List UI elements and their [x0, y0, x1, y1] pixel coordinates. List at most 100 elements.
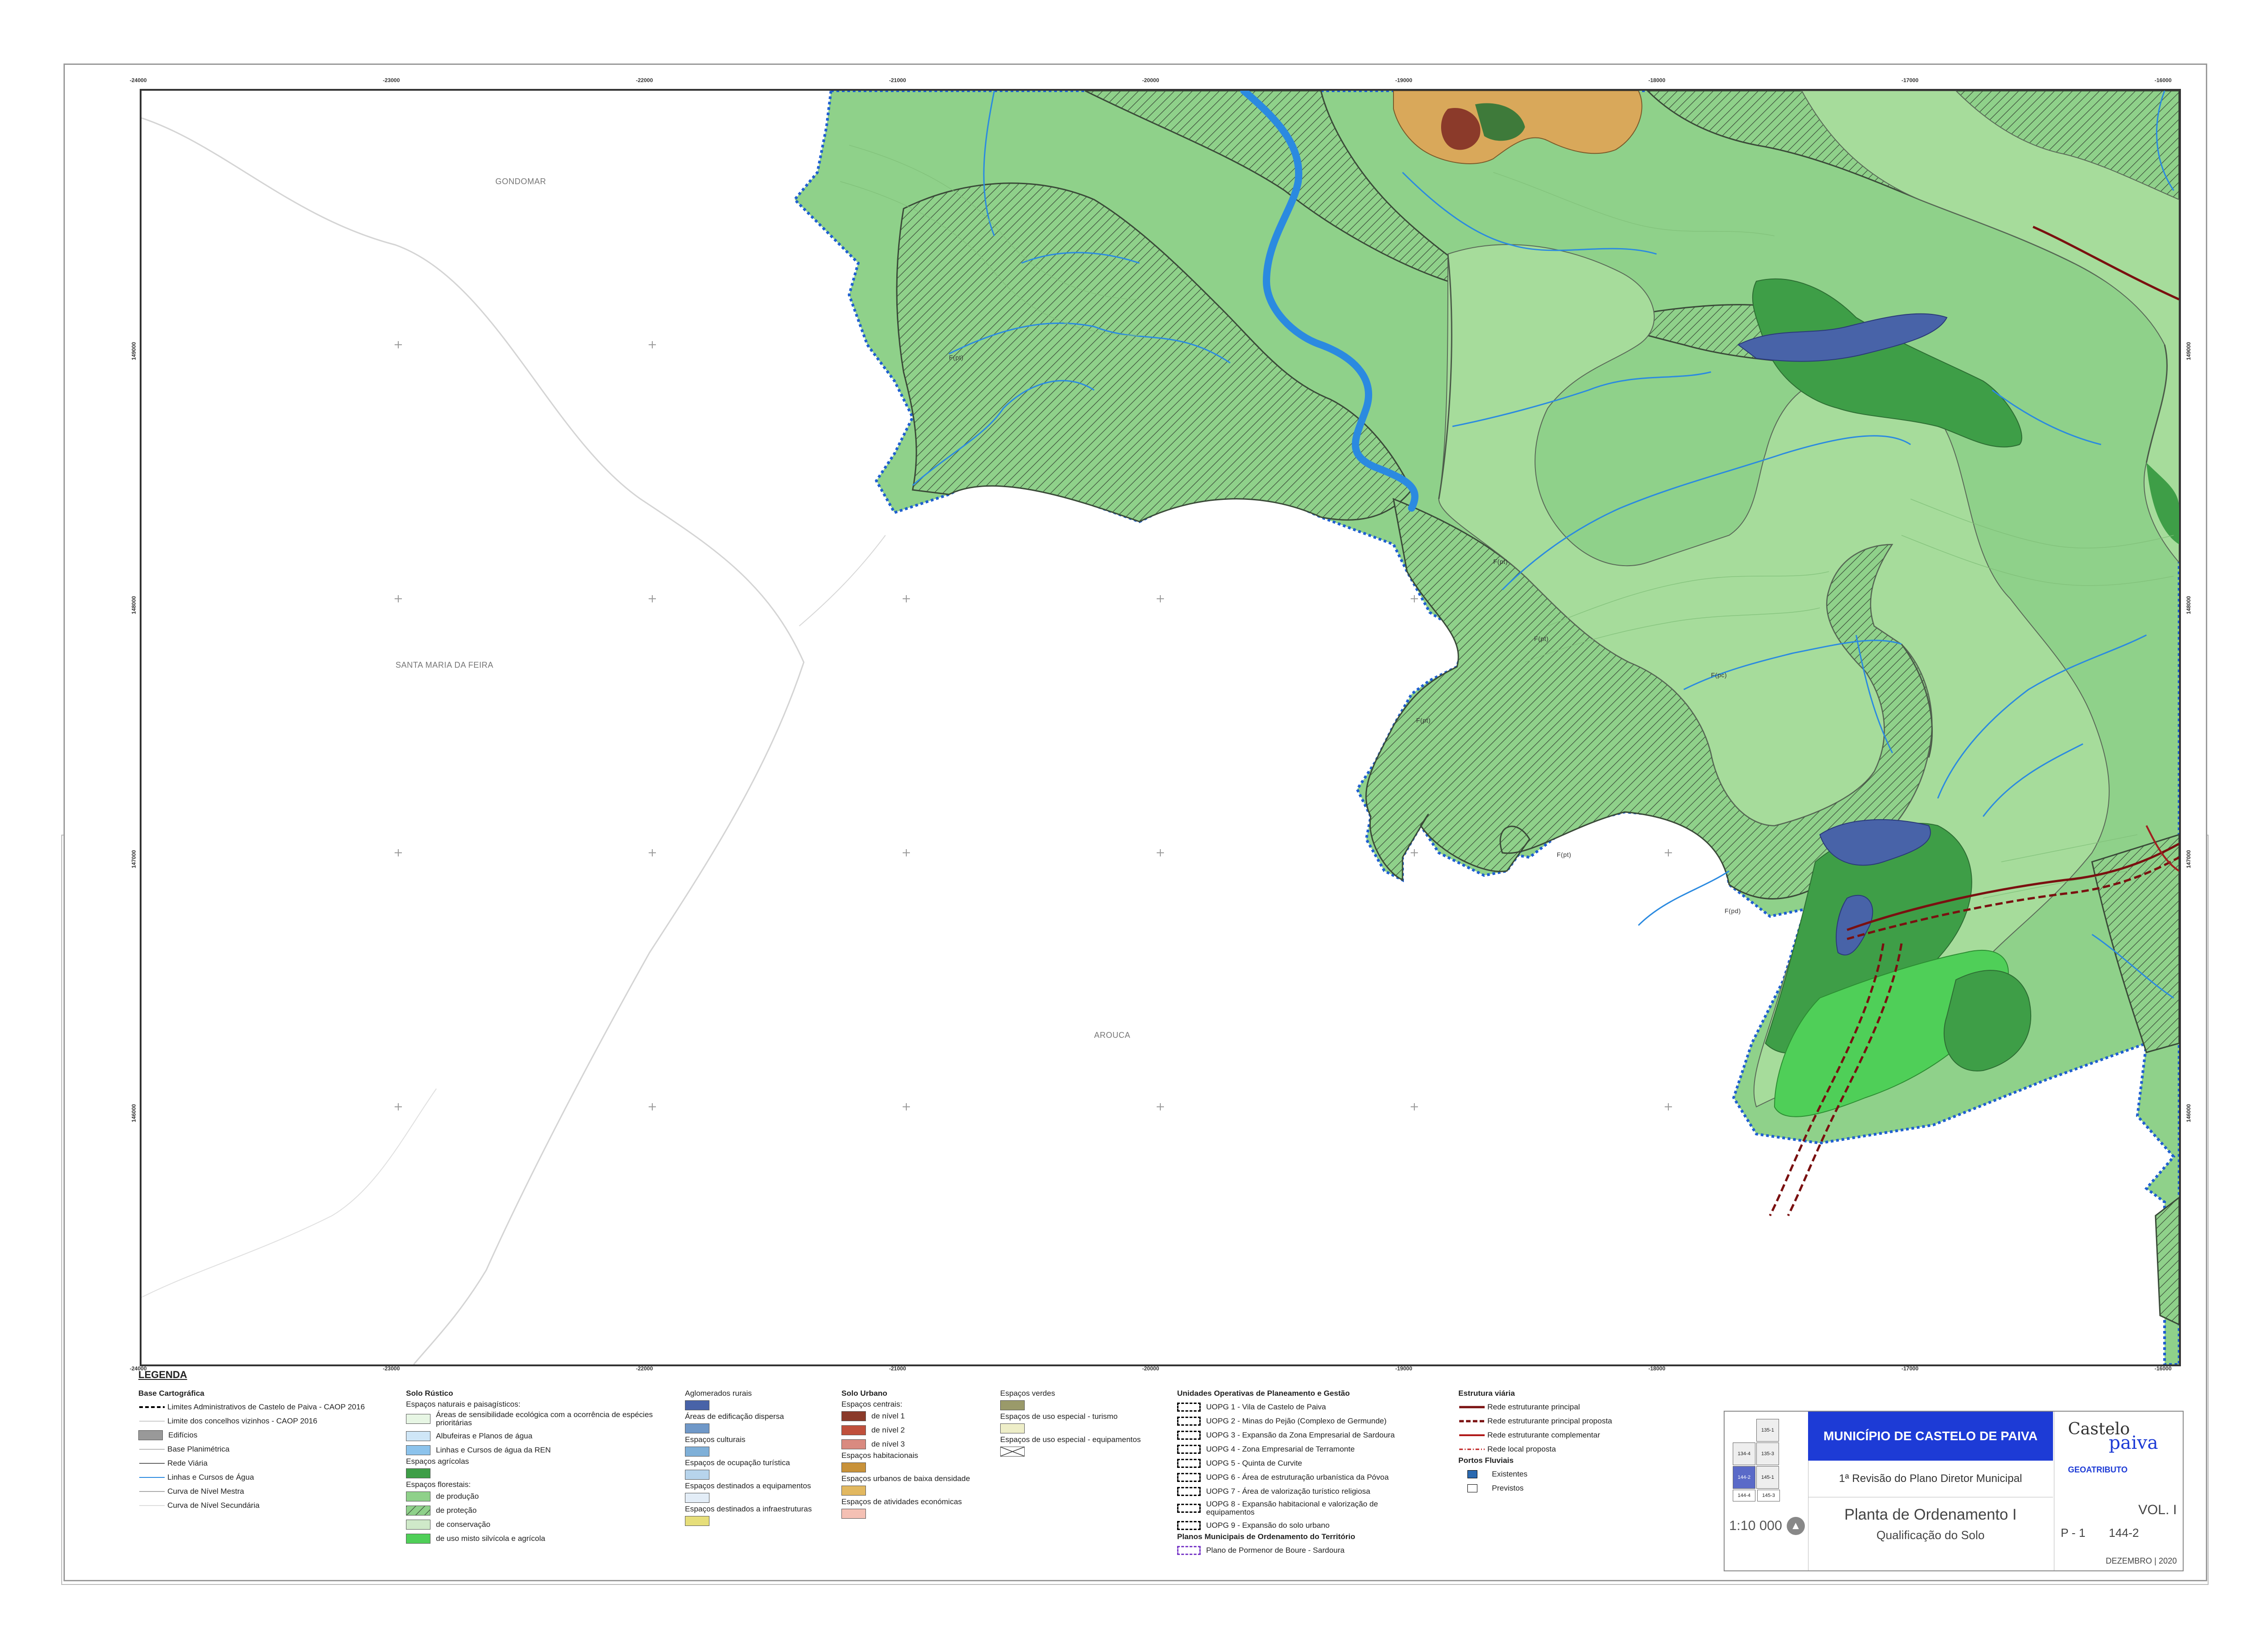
coord-label-right: 147000 — [2185, 850, 2192, 868]
legend-item: UOPG 4 - Zona Empresarial de Terramonte — [1177, 1442, 1397, 1456]
legend-aglomerados: Aglomerados rurais Áreas de edificação d… — [685, 1389, 812, 1528]
legend-subtitle: Espaços florestais: — [406, 1480, 471, 1489]
road-proposed-icon — [1459, 1420, 1485, 1422]
map-canvas[interactable] — [142, 91, 2179, 1364]
swatch — [406, 1414, 430, 1424]
legend-item — [685, 1421, 812, 1435]
neighbour-boundary — [799, 535, 886, 626]
boundary-icon — [139, 1406, 165, 1408]
uopg-swatch — [1177, 1486, 1201, 1496]
legend-item: Rede estruturante principal proposta — [1458, 1414, 1612, 1428]
legend-base: Base Cartográfica Limites Administrativo… — [138, 1389, 365, 1512]
swatch — [406, 1533, 430, 1544]
zone-label: F(pt) — [949, 354, 964, 361]
swatch — [406, 1491, 430, 1501]
legend-item: de nível 3 — [841, 1437, 970, 1451]
uopg-swatch — [1177, 1444, 1201, 1454]
legend-item: UOPG 6 - Área de estruturação urbanístic… — [1177, 1470, 1397, 1484]
logos: Castelo paiva GEOATRIBUTO — [2054, 1412, 2183, 1498]
neighbour-boundary — [142, 1088, 437, 1298]
road-icon — [139, 1462, 165, 1464]
uopg-label: UOPG 4 - Zona Empresarial de Terramonte — [1206, 1444, 1355, 1453]
legend-item: UOPG 8 - Expansão habitacional e valoriz… — [1177, 1498, 1397, 1518]
uopg-label: UOPG 3 - Expansão da Zona Empresarial de… — [1206, 1430, 1395, 1439]
uopg-swatch — [1177, 1472, 1201, 1482]
legend-urbano: Solo Urbano Espaços centrais: de nível 1… — [841, 1389, 970, 1521]
line-icon — [139, 1448, 165, 1450]
legend-item: Linhas e Cursos de Água — [138, 1470, 365, 1484]
legend-item — [1000, 1444, 1141, 1458]
plan-title: Planta de Ordenamento I — [1844, 1506, 2017, 1523]
legend-uopg: Unidades Operativas de Planeamento e Ges… — [1177, 1389, 1397, 1557]
logo-paiva: paiva — [2109, 1433, 2158, 1453]
uopg-label: UOPG 7 - Área de valorização turístico r… — [1206, 1486, 1370, 1496]
legend-portos-title: Portos Fluviais — [1458, 1456, 1514, 1465]
boundary-neighbour-icon — [139, 1420, 165, 1422]
sheet-info: VOL. I P - 1 144-2 DEZEMBRO | 2020 — [2054, 1498, 2183, 1570]
coord-label-left: 146000 — [131, 1104, 137, 1122]
swatch — [406, 1519, 430, 1530]
sheet-index-lower: 144-4 145-3 — [1733, 1490, 1780, 1501]
drawing-number: P - 1 — [2061, 1526, 2086, 1540]
legend-item: de uso misto silvícola e agrícola — [406, 1531, 672, 1545]
legend-item: Plano de Pormenor de Boure - Sardoura — [1177, 1543, 1397, 1557]
zone-label: F(pc) — [1711, 671, 1727, 679]
legend-item: UOPG 5 - Quinta de Curvite — [1177, 1456, 1397, 1470]
legend-item — [1000, 1398, 1141, 1412]
legend-item — [685, 1514, 812, 1528]
legend-verdes: Espaços verdes Espaços de uso especial -… — [1000, 1389, 1141, 1458]
index-cell: 145-1 — [1756, 1466, 1779, 1489]
swatch — [685, 1469, 709, 1480]
legend-item — [841, 1483, 970, 1497]
north-arrow-icon: ▲ — [1786, 1517, 1805, 1535]
legend-subtitle: Espaços naturais e paisagísticos: — [406, 1400, 521, 1408]
place-gondomar: GONDOMAR — [495, 177, 546, 186]
swatch — [1177, 1545, 1201, 1555]
legend-subtitle: Espaços agrícolas — [406, 1457, 469, 1466]
index-cell-current: 144-2 — [1733, 1466, 1755, 1489]
legend-item — [685, 1398, 812, 1412]
uopg-label: UOPG 5 - Quinta de Curvite — [1206, 1458, 1302, 1467]
uopg-label: UOPG 6 - Área de estruturação urbanístic… — [1206, 1472, 1389, 1482]
legend-item: UOPG 3 - Expansão da Zona Empresarial de… — [1177, 1428, 1397, 1442]
legend-item: UOPG 7 - Área de valorização turístico r… — [1177, 1484, 1397, 1498]
uopg-swatch — [1177, 1504, 1201, 1513]
zone-label: F(pt) — [1416, 717, 1431, 724]
road-local-icon — [1459, 1448, 1485, 1450]
index-cell: 134-4 — [1733, 1442, 1755, 1465]
uopg-swatch — [1177, 1416, 1201, 1426]
contour-icon — [139, 1491, 165, 1492]
coord-label-top: -20000 — [1142, 77, 1159, 83]
contour-icon — [139, 1505, 165, 1506]
uopg-label: UOPG 8 - Expansão habitacional e valoriz… — [1206, 1500, 1378, 1516]
plan-revision: 1ª Revisão do Plano Diretor Municipal — [1808, 1461, 2053, 1497]
legend-item: Linhas e Cursos de água da REN — [406, 1443, 672, 1457]
legend-item: Limites Administrativos de Castelo de Pa… — [138, 1400, 365, 1414]
coord-label-right: 149000 — [2185, 342, 2192, 360]
legend-item — [841, 1506, 970, 1521]
legend-item: de conservação — [406, 1517, 672, 1531]
legend-rustico-title: Solo Rústico — [406, 1389, 453, 1398]
scale-row: 1:10 000 ▲ — [1729, 1517, 1805, 1535]
legend: LEGENDA Base Cartográfica Limites Admini… — [138, 1369, 1712, 1578]
zone-label: F(pt) — [1557, 851, 1572, 858]
coord-label-top: -16000 — [2155, 77, 2172, 83]
zone-label: F(pt) — [1534, 635, 1549, 642]
swatch — [406, 1445, 430, 1455]
coord-label-top: -17000 — [1901, 77, 1919, 83]
date: DEZEMBRO | 2020 — [2106, 1556, 2177, 1565]
legend-item: Albufeiras e Planos de água — [406, 1429, 672, 1443]
map-frame[interactable]: GONDOMAR SANTA MARIA DA FEIRA AROUCA F(p… — [140, 89, 2181, 1366]
legend-item: UOPG 1 - Vila de Castelo de Paiva — [1177, 1400, 1397, 1414]
legend-item: de proteção — [406, 1503, 672, 1517]
legend-item: Base Planimétrica — [138, 1442, 365, 1456]
legend-item — [685, 1467, 812, 1482]
swatch — [685, 1446, 709, 1457]
legend-item: UOPG 9 - Expansão do solo urbano — [1177, 1518, 1397, 1532]
sheet-index: 135-1 134-4 135-3 144-2 145-1 144-4 145-… — [1725, 1412, 1809, 1570]
swatch — [841, 1425, 866, 1435]
map-scale: 1:10 000 — [1729, 1518, 1782, 1533]
coord-label-top: -21000 — [889, 77, 906, 83]
uopg-swatch — [1177, 1402, 1201, 1412]
legend-viaria: Estrutura viária Rede estruturante princ… — [1458, 1389, 1612, 1495]
